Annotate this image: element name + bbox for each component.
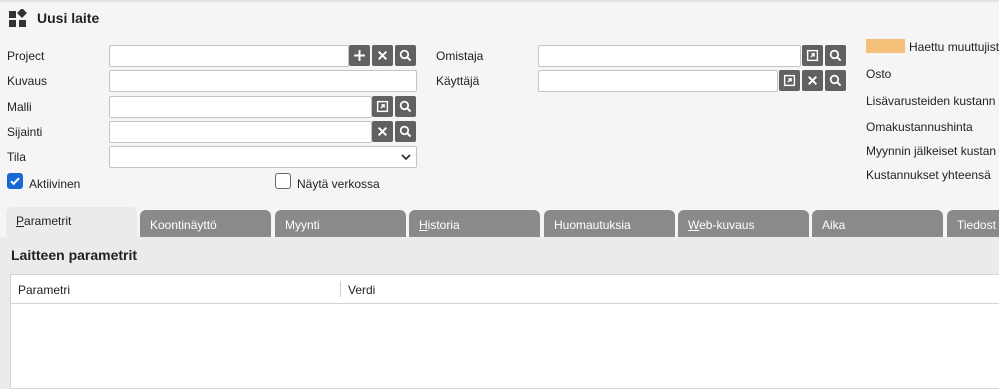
magnifier-icon bbox=[399, 100, 412, 113]
magnifier-icon bbox=[829, 49, 842, 62]
open-external-icon bbox=[806, 49, 819, 62]
malli-search-button[interactable] bbox=[395, 96, 416, 117]
malli-label: Malli bbox=[7, 100, 32, 114]
kayttaja-label: Käyttäjä bbox=[436, 74, 480, 88]
tab-myynti[interactable]: Myynti bbox=[275, 210, 406, 237]
tab-huomautuksia[interactable]: Huomautuksia bbox=[544, 210, 675, 237]
tab-parametrit-label: arametrit bbox=[24, 214, 72, 228]
project-clear-button[interactable] bbox=[372, 45, 393, 66]
open-external-icon bbox=[376, 100, 389, 113]
tab-parametrit[interactable]: Parametrit bbox=[6, 207, 137, 237]
legend-label: Haettu muuttujist bbox=[909, 40, 999, 54]
tab-historia-label: istoria bbox=[427, 218, 460, 232]
omistaja-label: Omistaja bbox=[436, 49, 484, 63]
tab-koontinaytto[interactable]: Koontinäyttö bbox=[140, 210, 271, 237]
column-header-parametri[interactable]: Parametri bbox=[18, 283, 70, 297]
cost-row-myynnin-jalkeiset: Myynnin jälkeiset kustan bbox=[866, 144, 997, 158]
tab-tiedostot[interactable]: Tiedost bbox=[947, 210, 999, 237]
checkmark-icon bbox=[10, 177, 20, 186]
nayta-verkossa-checkbox[interactable] bbox=[275, 173, 291, 189]
grid-header bbox=[10, 274, 999, 304]
kayttaja-search-button[interactable] bbox=[825, 70, 846, 91]
cost-row-lisavarusteet: Lisävarusteiden kustann bbox=[866, 94, 996, 108]
project-add-button[interactable] bbox=[349, 45, 370, 66]
sijainti-label: Sijainti bbox=[7, 125, 43, 139]
x-icon bbox=[378, 51, 387, 60]
cost-row-omakustannushinta: Omakustannushinta bbox=[866, 120, 973, 134]
legend-swatch bbox=[866, 39, 905, 53]
sijainti-input[interactable] bbox=[109, 121, 372, 143]
aktiivinen-checkbox[interactable] bbox=[7, 173, 23, 189]
widgets-icon bbox=[9, 9, 27, 27]
section-title: Laitteen parametrit bbox=[11, 247, 138, 263]
tab-web-kuvaus-accesskey: W bbox=[688, 218, 700, 232]
magnifier-icon bbox=[399, 125, 412, 138]
malli-open-button[interactable] bbox=[372, 96, 393, 117]
sijainti-search-button[interactable] bbox=[395, 121, 416, 142]
tab-huomautuksia-label: Huomautuksia bbox=[554, 218, 631, 232]
project-search-button[interactable] bbox=[395, 45, 416, 66]
magnifier-icon bbox=[399, 49, 412, 62]
page-title: Uusi laite bbox=[37, 10, 100, 26]
tab-myynti-label: Myynti bbox=[285, 218, 320, 232]
omistaja-input[interactable] bbox=[538, 45, 801, 67]
project-label: Project bbox=[7, 49, 45, 63]
cost-row-yhteensa: Kustannukset yhteensä bbox=[866, 168, 991, 182]
cost-row-osto: Osto bbox=[866, 67, 892, 81]
x-icon bbox=[808, 76, 817, 85]
chevron-down-icon bbox=[401, 154, 411, 161]
top-border bbox=[0, 0, 999, 2]
magnifier-icon bbox=[829, 74, 842, 87]
omistaja-open-button[interactable] bbox=[802, 45, 823, 66]
open-external-icon bbox=[783, 74, 796, 87]
kuvaus-label: Kuvaus bbox=[7, 74, 48, 88]
malli-input[interactable] bbox=[109, 96, 372, 118]
column-header-verdi[interactable]: Verdi bbox=[348, 283, 375, 297]
kayttaja-clear-button[interactable] bbox=[802, 70, 823, 91]
tab-parametrit-accesskey: P bbox=[16, 214, 25, 228]
plus-icon bbox=[354, 50, 365, 61]
tab-web-kuvaus[interactable]: Web-kuvaus bbox=[678, 210, 809, 237]
kayttaja-input[interactable] bbox=[538, 70, 778, 92]
x-icon bbox=[378, 127, 387, 136]
omistaja-search-button[interactable] bbox=[825, 45, 846, 66]
tila-label: Tila bbox=[7, 150, 26, 164]
tab-historia[interactable]: Historia bbox=[409, 210, 540, 237]
sijainti-clear-button[interactable] bbox=[372, 121, 393, 142]
project-input[interactable] bbox=[109, 45, 349, 67]
tab-tiedostot-label: Tiedost bbox=[957, 218, 996, 232]
column-separator[interactable] bbox=[340, 281, 341, 297]
tab-historia-accesskey: H bbox=[419, 218, 428, 232]
tab-koontinaytto-label: Koontinäyttö bbox=[150, 218, 217, 232]
tab-aika-label: Aika bbox=[822, 218, 846, 232]
tab-web-kuvaus-label: eb-kuvaus bbox=[699, 218, 755, 232]
aktiivinen-label: Aktiivinen bbox=[29, 177, 81, 191]
tab-aika[interactable]: Aika bbox=[812, 210, 943, 237]
kuvaus-input[interactable] bbox=[109, 70, 417, 92]
kayttaja-open-button[interactable] bbox=[779, 70, 800, 91]
tila-select[interactable] bbox=[109, 146, 417, 168]
nayta-verkossa-label: Näytä verkossa bbox=[297, 177, 380, 191]
